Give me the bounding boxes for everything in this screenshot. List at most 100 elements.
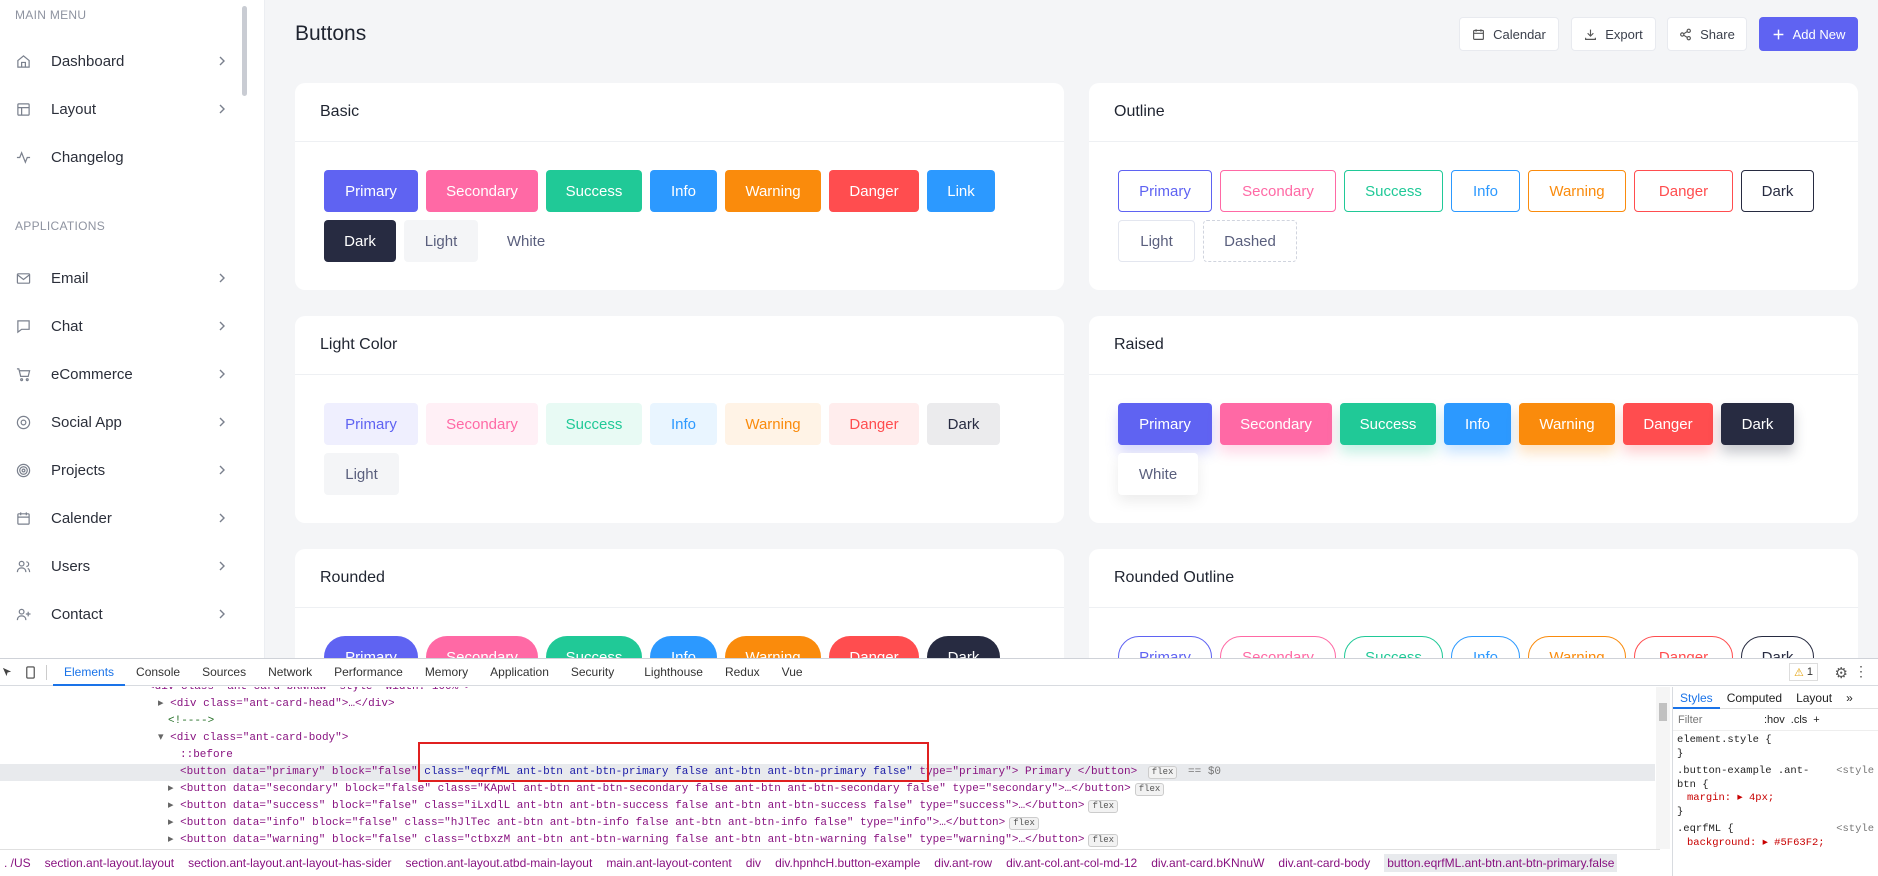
breadcrumb-item[interactable]: section.ant-layout.layout	[45, 856, 174, 870]
basic-light-button[interactable]: Light	[404, 220, 478, 262]
flex-badge[interactable]: flex	[1147, 766, 1178, 779]
basic-success-button[interactable]: Success	[546, 170, 642, 212]
settings-gear-icon[interactable]: ⚙	[1835, 664, 1848, 682]
code-line[interactable]: ▸ <button data="secondary" block="false"…	[168, 781, 1165, 798]
basic-warning-button[interactable]: Warning	[725, 170, 821, 212]
code-line[interactable]: ▸ <div class="ant-card-head">…</div>	[158, 696, 395, 713]
code-line[interactable]: ▸ <button data="warning" block="false" c…	[168, 832, 1119, 847]
devtools-tab-lighthouse[interactable]: Lighthouse	[633, 659, 714, 686]
breadcrumb-item-active[interactable]: button.eqrfML.ant-btn.ant-btn-primary.fa…	[1384, 854, 1618, 872]
sidebar-item-users[interactable]: Users	[0, 542, 240, 590]
devtools-tab-memory[interactable]: Memory	[414, 659, 479, 686]
calendar-button[interactable]: Calendar	[1459, 17, 1559, 51]
raised-dark-button[interactable]: Dark	[1721, 403, 1794, 445]
sidebar-scrollbar[interactable]	[242, 6, 247, 96]
breadcrumb-item[interactable]: section.ant-layout.ant-layout-has-sider	[188, 856, 391, 870]
devtools-tab-application[interactable]: Application	[479, 659, 560, 686]
light-light-button[interactable]: Light	[324, 453, 399, 495]
basic-white-button[interactable]: White	[486, 220, 566, 262]
basic-secondary-button[interactable]: Secondary	[426, 170, 538, 212]
devtools-tab-elements[interactable]: Elements	[53, 659, 126, 686]
sidebar-item-chat[interactable]: Chat	[0, 302, 240, 350]
outline-secondary-button[interactable]: Secondary	[1220, 170, 1336, 212]
basic-dark-button[interactable]: Dark	[324, 220, 396, 262]
sidebar-item-contact[interactable]: Contact	[0, 590, 240, 638]
outline-primary-button[interactable]: Primary	[1118, 170, 1212, 212]
style-source[interactable]: <style	[1836, 823, 1874, 837]
more-options-icon[interactable]: ⋮	[1854, 663, 1868, 680]
outline-dashed-button[interactable]: Dashed	[1203, 220, 1297, 262]
sidebar-item-layout[interactable]: Layout	[0, 85, 240, 133]
flex-badge[interactable]: flex	[1088, 834, 1119, 847]
share-button[interactable]: Share	[1667, 17, 1747, 51]
breadcrumb-item[interactable]: section.ant-layout.atbd-main-layout	[406, 856, 593, 870]
basic-link-button[interactable]: Link	[927, 170, 995, 212]
raised-info-button[interactable]: Info	[1444, 403, 1511, 445]
devtools-tab-vue[interactable]: Vue	[771, 659, 814, 686]
layout-tab[interactable]: Layout	[1789, 691, 1839, 705]
breadcrumb-item[interactable]: div.ant-row	[934, 856, 992, 870]
devtools-tab-redux[interactable]: Redux	[714, 659, 771, 686]
devtools-tab-sources[interactable]: Sources	[191, 659, 257, 686]
devtools-tab-console[interactable]: Console	[125, 659, 191, 686]
breadcrumb-item[interactable]: div.ant-col.ant-col-md-12	[1006, 856, 1137, 870]
sidebar-item-social-app[interactable]: Social App	[0, 398, 240, 446]
code-line[interactable]: ▸ <button data="info" block="false" clas…	[168, 815, 1039, 832]
sidebar-item-dashboard[interactable]: Dashboard	[0, 37, 240, 85]
raised-danger-button[interactable]: Danger	[1623, 403, 1713, 445]
breadcrumb-item[interactable]: div.ant-card-body	[1278, 856, 1370, 870]
device-toggle-icon[interactable]	[24, 665, 40, 679]
elements-scrollbar[interactable]	[1656, 687, 1670, 849]
sidebar-item-calender[interactable]: Calender	[0, 494, 240, 542]
flex-badge[interactable]: flex	[1088, 800, 1119, 813]
more-tabs-icon[interactable]: »	[1839, 691, 1860, 705]
code-line[interactable]: ▾ <div class="ant-card-body">	[158, 730, 348, 747]
breadcrumb-item[interactable]: . /US	[4, 856, 31, 870]
styles-filter-input[interactable]	[1678, 713, 1758, 726]
scrollbar-thumb[interactable]	[1659, 703, 1667, 721]
flex-badge[interactable]: flex	[1134, 783, 1165, 796]
add-rule-icon[interactable]: +	[1813, 714, 1819, 726]
light-success-button[interactable]: Success	[546, 403, 642, 445]
raised-warning-button[interactable]: Warning	[1519, 403, 1615, 445]
outline-info-button[interactable]: Info	[1451, 170, 1520, 212]
outline-danger-button[interactable]: Danger	[1634, 170, 1733, 212]
warning-badge[interactable]: ⚠ 1	[1789, 663, 1818, 681]
outline-light-button[interactable]: Light	[1118, 220, 1195, 262]
outline-dark-button[interactable]: Dark	[1741, 170, 1814, 212]
sidebar-item-email[interactable]: Email	[0, 254, 240, 302]
sidebar-item-projects[interactable]: Projects	[0, 446, 240, 494]
basic-danger-button[interactable]: Danger	[829, 170, 919, 212]
sidebar-item-changelog[interactable]: Changelog	[0, 133, 240, 181]
light-dark-button[interactable]: Dark	[927, 403, 1000, 445]
raised-secondary-button[interactable]: Secondary	[1220, 403, 1332, 445]
computed-tab[interactable]: Computed	[1720, 691, 1789, 705]
raised-success-button[interactable]: Success	[1340, 403, 1436, 445]
light-info-button[interactable]: Info	[650, 403, 717, 445]
hov-toggle[interactable]: :hov	[1764, 714, 1785, 726]
devtools-tab-security[interactable]: Security	[560, 659, 625, 686]
flex-badge[interactable]: flex	[1009, 817, 1039, 830]
raised-white-button[interactable]: White	[1118, 453, 1198, 495]
raised-primary-button[interactable]: Primary	[1118, 403, 1212, 445]
code-line[interactable]: ▸ <button data="success" block="false" c…	[168, 798, 1119, 815]
light-danger-button[interactable]: Danger	[829, 403, 919, 445]
light-secondary-button[interactable]: Secondary	[426, 403, 538, 445]
inspect-cursor-icon[interactable]	[2, 667, 16, 678]
style-source[interactable]: <style	[1836, 765, 1874, 779]
basic-info-button[interactable]: Info	[650, 170, 717, 212]
light-warning-button[interactable]: Warning	[725, 403, 821, 445]
light-primary-button[interactable]: Primary	[324, 403, 418, 445]
outline-success-button[interactable]: Success	[1344, 170, 1443, 212]
export-button[interactable]: Export	[1571, 17, 1656, 51]
outline-warning-button[interactable]: Warning	[1528, 170, 1626, 212]
breadcrumb-item[interactable]: div	[746, 856, 761, 870]
breadcrumb-item[interactable]: div.ant-card.bKNnuW	[1151, 856, 1264, 870]
add-new-button[interactable]: Add New	[1759, 17, 1858, 51]
devtools-tab-performance[interactable]: Performance	[323, 659, 414, 686]
breadcrumb-item[interactable]: div.hpnhcH.button-example	[775, 856, 920, 870]
basic-primary-button[interactable]: Primary	[324, 170, 418, 212]
selected-code-line[interactable]: <button data="primary" block="false" cla…	[0, 764, 1655, 781]
devtools-tab-network[interactable]: Network	[257, 659, 323, 686]
breadcrumb-item[interactable]: main.ant-layout-content	[606, 856, 731, 870]
